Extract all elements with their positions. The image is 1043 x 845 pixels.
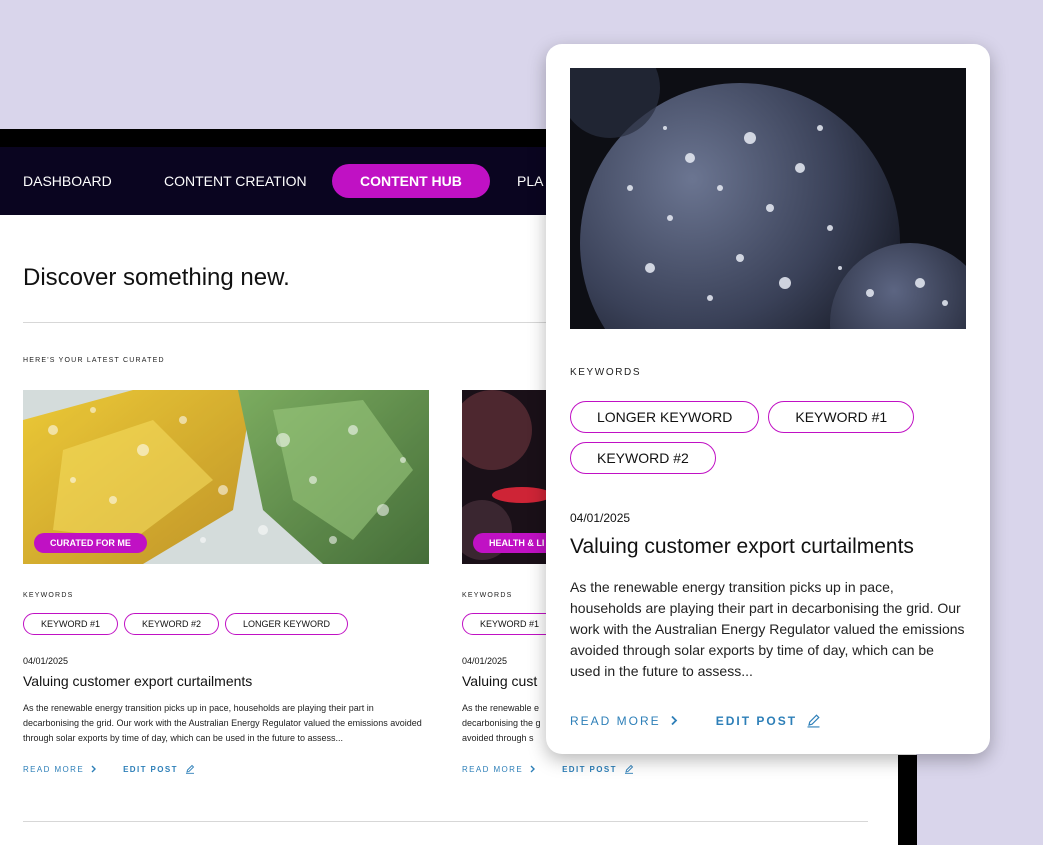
post-excerpt: As the renewable energy transition picks… — [23, 703, 422, 743]
keywords-label: KEYWORDS — [462, 592, 513, 599]
nav-item-content-hub[interactable]: CONTENT HUB — [332, 164, 490, 198]
divider — [23, 821, 868, 822]
keyword-tag[interactable]: LONGER KEYWORD — [570, 401, 760, 433]
edit-post-button[interactable]: EDIT POST — [716, 713, 821, 728]
decorative-bar — [898, 755, 917, 845]
keywords-label: KEYWORDS — [23, 592, 74, 599]
expanded-article-card[interactable]: KEYWORDS LONGER KEYWORD KEYWORD #1 KEYWO… — [546, 44, 990, 754]
pencil-icon — [624, 764, 634, 774]
nav-item-dashboard[interactable]: DASHBOARD — [23, 164, 112, 198]
edit-post-label: EDIT POST — [123, 764, 178, 774]
article-image-lemon-soda[interactable]: CURATED FOR ME — [23, 390, 429, 564]
keyword-tag[interactable]: KEYWORD #1 — [768, 401, 915, 433]
keyword-tag[interactable]: LONGER KEYWORD — [225, 613, 349, 635]
keyword-tags: KEYWORD #1 — [462, 613, 558, 635]
post-date: 04/01/2025 — [23, 656, 69, 666]
read-more-label: READ MORE — [570, 713, 661, 728]
edit-post-button[interactable]: EDIT POST — [123, 764, 195, 774]
read-more-label: READ MORE — [23, 764, 85, 774]
divider — [23, 322, 563, 323]
card-actions: READ MORE EDIT POST — [23, 764, 195, 774]
post-date: 04/01/2025 — [570, 511, 631, 525]
post-title[interactable]: Valuing customer export curtailments — [23, 673, 252, 689]
page-title: Discover something new. — [23, 264, 290, 291]
post-excerpt: As the renewable energy transition picks… — [570, 579, 965, 679]
read-more-link[interactable]: READ MORE — [462, 765, 536, 774]
chevron-right-icon — [530, 765, 536, 773]
post-title[interactable]: Valuing cust — [462, 673, 537, 689]
edit-post-button[interactable]: EDIT POST — [562, 764, 634, 774]
read-more-label: READ MORE — [462, 764, 524, 774]
keyword-tag[interactable]: KEYWORD #2 — [570, 442, 716, 474]
nav-item-partial[interactable]: PLA — [517, 164, 543, 198]
keyword-tags: LONGER KEYWORD KEYWORD #1 KEYWORD #2 — [570, 401, 930, 474]
keyword-tags: KEYWORD #1 KEYWORD #2 LONGER KEYWORD — [23, 613, 349, 635]
keyword-tag[interactable]: KEYWORD #1 — [23, 613, 119, 635]
keywords-label: KEYWORDS — [570, 367, 642, 378]
pencil-icon — [185, 764, 195, 774]
post-title[interactable]: Valuing customer export curtailments — [570, 535, 914, 559]
read-more-link[interactable]: READ MORE — [23, 765, 97, 774]
keyword-tag[interactable]: KEYWORD #1 — [462, 613, 558, 635]
card-actions: READ MORE EDIT POST — [462, 764, 634, 774]
card-actions: READ MORE EDIT POST — [570, 713, 821, 728]
category-badge[interactable]: CURATED FOR ME — [34, 533, 147, 553]
chevron-right-icon — [91, 765, 97, 773]
pencil-icon — [806, 713, 821, 728]
edit-post-label: EDIT POST — [562, 764, 617, 774]
keyword-tag[interactable]: KEYWORD #2 — [124, 613, 220, 635]
nav-item-content-creation[interactable]: CONTENT CREATION — [164, 164, 307, 198]
section-eyebrow: HERE'S YOUR LATEST CURATED — [23, 357, 165, 364]
edit-post-label: EDIT POST — [715, 713, 798, 728]
article-image-water-droplets[interactable] — [570, 68, 966, 329]
post-date: 04/01/2025 — [462, 656, 508, 666]
read-more-link[interactable]: READ MORE — [570, 714, 678, 728]
chevron-right-icon — [670, 715, 678, 726]
